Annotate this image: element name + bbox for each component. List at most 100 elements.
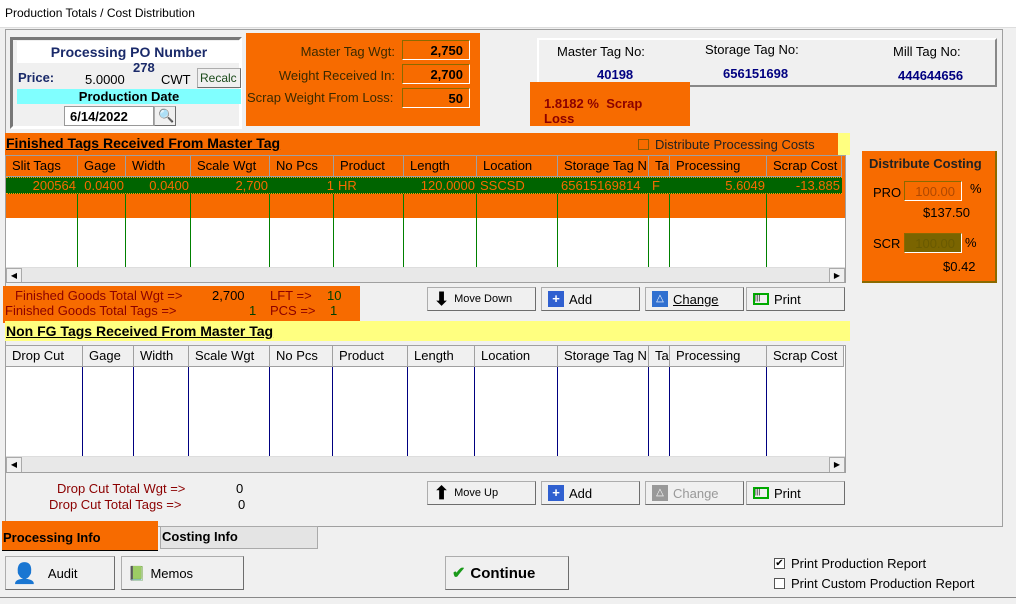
move-up-button[interactable]: ⬆ Move Up <box>427 481 536 505</box>
scr-amount: $0.42 <box>943 259 976 274</box>
column-header[interactable]: Length <box>404 156 477 177</box>
scroll-right-icon[interactable]: ▶ <box>829 268 845 282</box>
grid-line <box>557 367 558 456</box>
distribute-processing-label: Distribute Processing Costs <box>655 137 815 152</box>
tab-label: Processing Info <box>3 530 101 545</box>
column-header[interactable]: Product <box>333 346 408 367</box>
scr-field[interactable]: 100.00 <box>904 233 962 253</box>
scroll-right-icon[interactable]: ▶ <box>829 457 845 472</box>
po-number: 278 <box>133 60 155 75</box>
grid-line <box>333 194 334 267</box>
move-down-label: Move Down <box>454 293 513 305</box>
column-header[interactable]: Gage <box>78 156 126 177</box>
grid-line <box>403 194 404 267</box>
column-header[interactable]: Gage <box>83 346 134 367</box>
grid-line <box>669 367 670 456</box>
tab-costing-info[interactable]: Costing Info <box>160 526 318 549</box>
column-header[interactable]: Storage Tag N <box>558 346 649 367</box>
finished-total-tags-label: Finished Goods Total Tags => <box>5 303 177 318</box>
column-header[interactable]: Scale Wgt <box>189 346 270 367</box>
finished-tags-grid[interactable]: Slit Tags Gage Width Scale Wgt No Pcs Product… <box>5 155 846 283</box>
grid-line <box>269 367 270 456</box>
scr-pct: % <box>965 235 977 250</box>
grid-line <box>648 367 649 456</box>
book-icon: 📗 <box>128 564 146 581</box>
add-label: Add <box>569 291 593 307</box>
continue-button[interactable]: ✔ Continue <box>445 556 569 590</box>
dropcut-total-tags-label: Drop Cut Total Tags => <box>49 497 182 512</box>
printer-icon: ||| <box>753 293 769 305</box>
nonfg-title: Non FG Tags Received From Master Tag <box>6 323 274 339</box>
column-header[interactable]: Width <box>126 156 191 177</box>
column-header[interactable]: Length <box>408 346 475 367</box>
column-header[interactable]: Scale Wgt <box>191 156 270 177</box>
move-up-label: Move Up <box>454 487 499 499</box>
column-header[interactable]: No Pcs <box>270 156 334 177</box>
print-custom-checkbox[interactable] <box>774 578 785 589</box>
scroll-left-icon[interactable]: ◀ <box>6 457 22 472</box>
add-nonfg-button[interactable]: + Add <box>541 481 640 505</box>
column-header[interactable]: Scrap Cost <box>767 346 844 367</box>
distribute-processing-checkbox[interactable] <box>638 139 649 150</box>
tab-processing-info[interactable]: Processing Info <box>2 521 158 551</box>
column-header[interactable]: Scrap Cost <box>767 156 842 177</box>
person-icon: 👤 <box>12 562 37 585</box>
move-down-button[interactable]: ⬇ Move Down <box>427 287 536 311</box>
column-header[interactable]: Tag <box>649 346 670 367</box>
table-cell: HR <box>338 178 357 193</box>
column-header[interactable]: Drop Cut <box>6 346 83 367</box>
scr-label: SCR <box>873 236 901 251</box>
pro-field[interactable]: 100.00 <box>904 181 962 201</box>
add-button[interactable]: + Add <box>541 287 640 311</box>
grid-line <box>407 367 408 456</box>
pro-label: PRO <box>873 185 902 200</box>
nonfg-tags-grid[interactable]: Drop Cut Gage Width Scale Wgt No Pcs Product L… <box>5 345 846 473</box>
column-header[interactable]: Processing <box>670 156 767 177</box>
column-header[interactable]: Location <box>477 156 558 177</box>
change-button[interactable]: △ Change <box>645 287 744 311</box>
master-tag-label: Master Tag No: <box>557 44 645 59</box>
master-tag-wgt-label: Master Tag Wgt: <box>300 44 395 59</box>
mill-tag-label: Mill Tag No: <box>893 44 961 59</box>
table-row[interactable]: 200564 0.0400 0.0400 2,700 1 HR 120.0000 SSCSD 6… <box>6 177 842 194</box>
grid-line <box>766 367 767 456</box>
finished-grid-scrollbar[interactable]: ◀ ▶ <box>6 267 845 282</box>
memos-label: Memos <box>150 565 194 581</box>
print-production-checkbox[interactable]: ✔ <box>774 558 785 569</box>
change-label: Change <box>673 485 719 501</box>
grid-line <box>269 194 270 267</box>
table-cell: 1 <box>326 178 334 193</box>
table-cell: 200564 <box>32 178 76 193</box>
column-header[interactable]: Tag <box>649 156 670 177</box>
column-header[interactable]: Slit Tags <box>6 156 78 177</box>
grid-line <box>190 194 191 267</box>
production-date-input[interactable]: 6/14/2022 <box>64 106 154 126</box>
storage-tag-label: Storage Tag No: <box>705 42 799 57</box>
column-header[interactable]: Location <box>475 346 558 367</box>
column-header[interactable]: Processing <box>670 346 767 367</box>
column-header[interactable]: Width <box>134 346 189 367</box>
print-nonfg-button[interactable]: ||| Print <box>746 481 845 505</box>
print-label: Print <box>774 485 801 501</box>
column-header[interactable]: Product <box>334 156 404 177</box>
finished-total-wgt-label: Finished Goods Total Wgt => <box>15 288 183 303</box>
scrap-weight-label: Scrap Weight From Loss: <box>247 90 394 105</box>
date-lookup-button[interactable]: 🔍 <box>154 106 176 126</box>
column-header[interactable]: No Pcs <box>270 346 333 367</box>
finished-total-tags: 1 <box>249 303 257 318</box>
recalc-button[interactable]: Recalc <box>197 68 241 88</box>
print-button[interactable]: ||| Print <box>746 287 845 311</box>
nonfg-grid-scrollbar[interactable]: ◀ ▶ <box>6 456 845 472</box>
pcs-label: PCS => <box>270 303 316 318</box>
audit-button[interactable]: 👤 Audit <box>5 556 115 590</box>
change-nonfg-button[interactable]: △ Change <box>645 481 744 505</box>
column-header[interactable]: Storage Tag N <box>558 156 649 177</box>
dropcut-total-wgt: 0 <box>236 481 244 496</box>
table-cell: 0.0400 <box>149 178 189 193</box>
grid-line <box>766 194 767 267</box>
plus-icon: + <box>548 291 564 307</box>
memos-button[interactable]: 📗 Memos <box>121 556 244 590</box>
table-cell: 5.6049 <box>725 178 765 193</box>
scroll-left-icon[interactable]: ◀ <box>6 268 22 282</box>
status-bar <box>0 597 1016 604</box>
